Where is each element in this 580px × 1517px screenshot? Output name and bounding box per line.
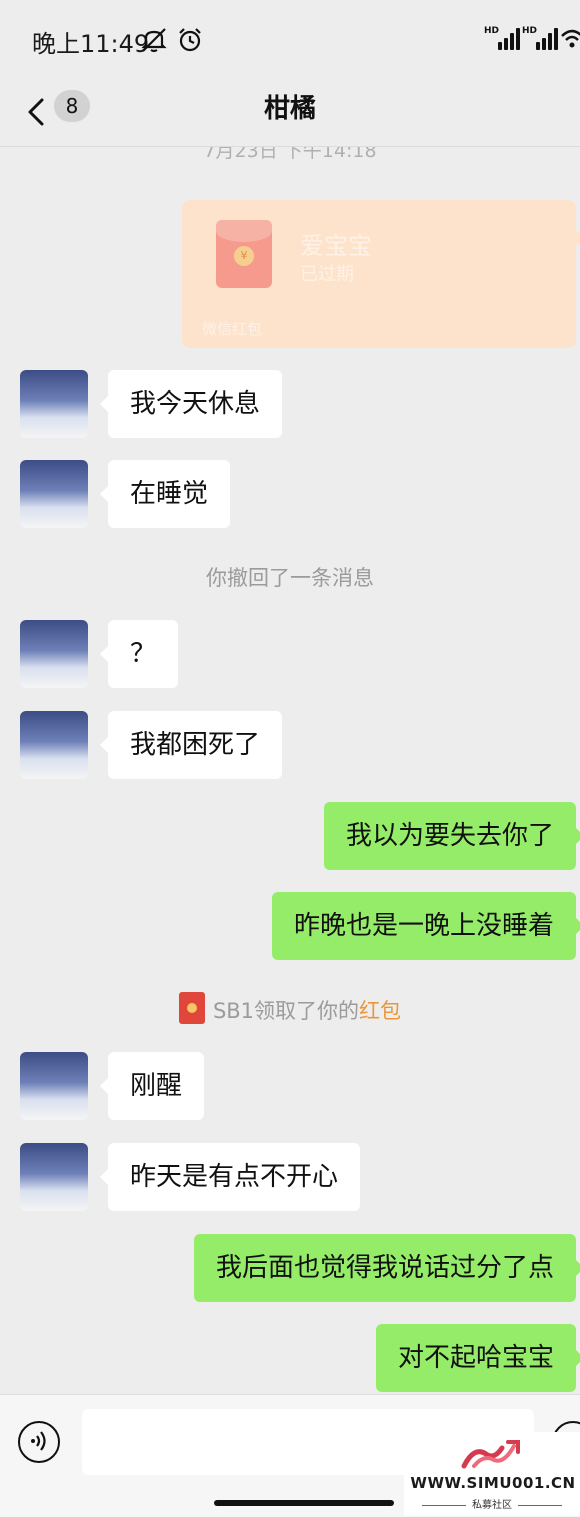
contact-avatar[interactable]	[20, 711, 88, 779]
voice-input-button[interactable]	[18, 1421, 60, 1463]
contact-avatar[interactable]	[20, 1143, 88, 1211]
red-packet-title: 爱宝宝	[300, 232, 372, 260]
chat-title: 柑橘	[263, 94, 316, 124]
claim-notice-text: SB1领取了你的	[212, 999, 360, 1023]
hd-signal-icon: HD	[484, 26, 520, 50]
contact-avatar[interactable]	[20, 460, 88, 528]
incoming-message[interactable]: 我今天休息	[99, 370, 283, 438]
watermark-logo-icon	[461, 1440, 520, 1469]
contact-avatar[interactable]	[20, 620, 88, 688]
red-packet-claim-notice: SB1领取了你的红包	[0, 992, 580, 1025]
status-time: 晚上11:49	[32, 30, 150, 58]
red-packet-link[interactable]: 红包	[359, 999, 401, 1023]
watermark-url: WWW.SIMU001.CN	[410, 1474, 576, 1492]
outgoing-message[interactable]: 昨晚也是一晚上没睡着	[271, 892, 580, 960]
contact-avatar[interactable]	[20, 370, 88, 438]
recall-notice: 你撤回了一条消息	[206, 566, 374, 590]
incoming-message[interactable]: 昨天是有点不开心	[99, 1143, 361, 1211]
incoming-message[interactable]: 我都困死了	[99, 711, 283, 779]
hd-signal-icon: HD	[522, 26, 558, 50]
outgoing-message[interactable]: 我以为要失去你了	[323, 802, 580, 870]
red-envelope-icon	[178, 992, 205, 1024]
voice-icon	[31, 1431, 46, 1451]
watermark: WWW.SIMU001.CN 私募社区	[404, 1432, 580, 1516]
incoming-message[interactable]: ？	[99, 620, 179, 688]
status-bar: 晚上11:49 HD HD	[0, 0, 580, 80]
watermark-subtitle: 私募社区	[404, 1496, 580, 1511]
contact-avatar[interactable]	[20, 1052, 88, 1120]
mute-icon	[141, 28, 167, 53]
message-timestamp-clip	[0, 140, 580, 148]
incoming-message[interactable]: 刚醒	[99, 1052, 205, 1120]
red-packet-status: 已过期	[300, 264, 354, 285]
outgoing-message[interactable]: 对不起哈宝宝	[375, 1324, 580, 1392]
red-envelope-icon: ¥	[216, 220, 272, 288]
incoming-message[interactable]: 在睡觉	[99, 460, 231, 528]
alarm-icon	[179, 28, 201, 52]
red-packet-label: 微信红包	[202, 320, 263, 338]
wifi-icon	[561, 29, 580, 48]
home-indicator	[214, 1500, 394, 1506]
outgoing-message[interactable]: 我后面也觉得我说话过分了点	[193, 1234, 580, 1302]
red-packet-message[interactable]: ¥ 爱宝宝 已过期 微信红包	[182, 200, 580, 348]
